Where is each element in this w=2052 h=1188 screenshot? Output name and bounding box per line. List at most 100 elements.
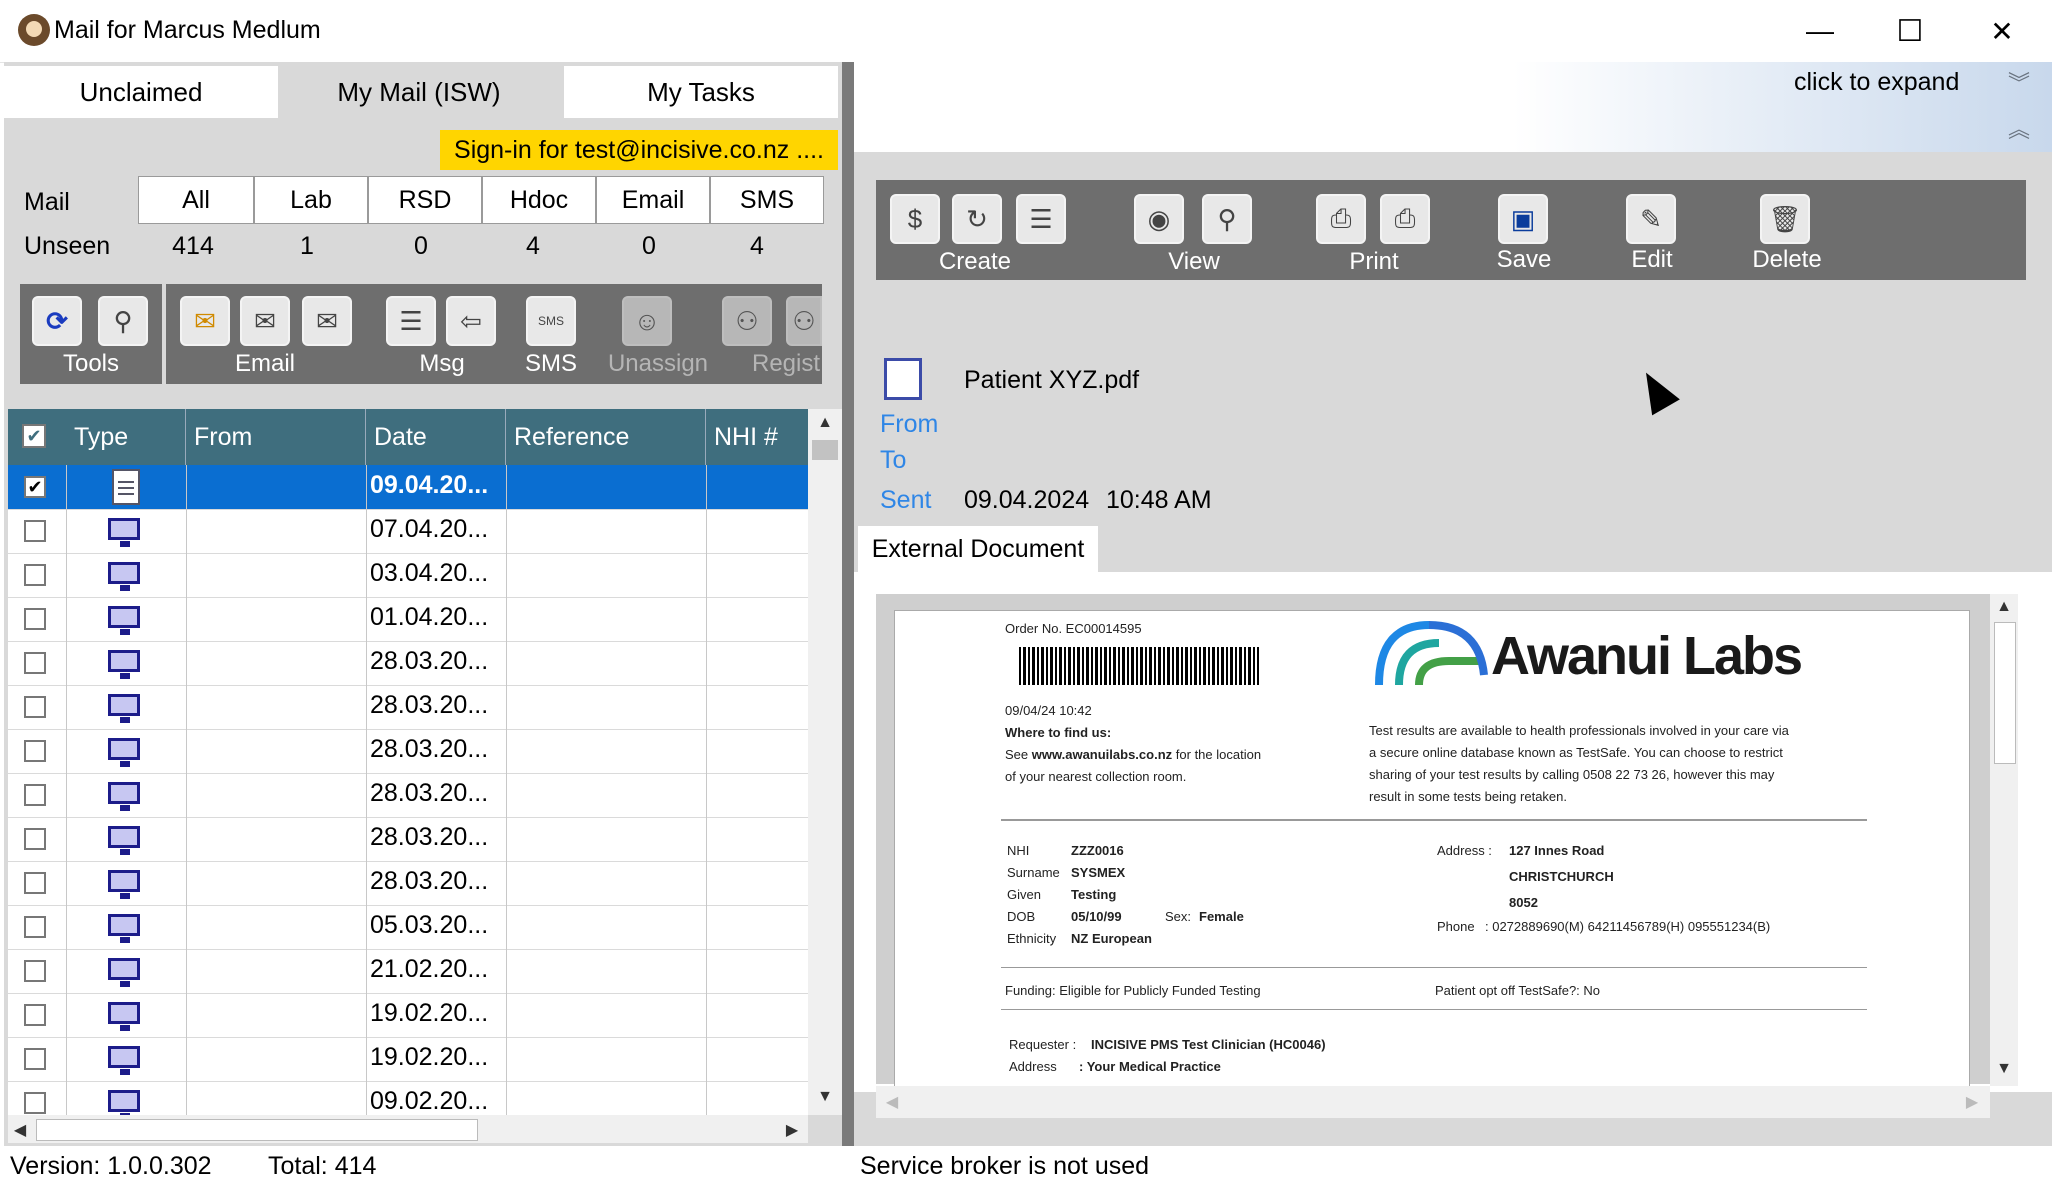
reply-mail-icon[interactable]: ✉ <box>240 296 290 346</box>
print-icon[interactable]: ⎙ <box>1316 194 1366 244</box>
message-reply-icon[interactable]: ⇦ <box>446 296 496 346</box>
click-to-expand[interactable]: click to expand <box>1794 68 1959 97</box>
expand-down-icon[interactable]: ︾ <box>2008 66 2030 98</box>
table-row[interactable]: 09.02.20... <box>8 1081 808 1115</box>
table-row[interactable]: 28.03.20... <box>8 773 808 818</box>
viewer-scroll-right-icon[interactable]: ▶ <box>1962 1092 1982 1112</box>
table-row[interactable]: 28.03.20... <box>8 641 808 686</box>
column-reference[interactable]: Reference <box>506 409 706 465</box>
close-button[interactable]: ✕ <box>1956 0 2048 62</box>
refresh-icon[interactable]: ⟳ <box>32 296 82 346</box>
view-preview-icon[interactable]: ⚲ <box>1202 194 1252 244</box>
create-document-icon[interactable]: ☰ <box>1016 194 1066 244</box>
table-row[interactable]: 28.03.20... <box>8 729 808 774</box>
maximize-button[interactable]: ☐ <box>1864 0 1956 62</box>
viewer-horizontal-scrollbar[interactable] <box>876 1086 1990 1118</box>
row-date: 28.03.20... <box>370 647 489 675</box>
row-checkbox[interactable] <box>24 1092 46 1114</box>
column-divider <box>366 509 367 553</box>
row-checkbox[interactable] <box>24 520 46 542</box>
row-checkbox[interactable] <box>24 784 46 806</box>
table-row[interactable]: 19.02.20... <box>8 993 808 1038</box>
column-date[interactable]: Date <box>366 409 506 465</box>
table-row[interactable]: 28.03.20... <box>8 817 808 862</box>
mail-grid: ✔ 09.04.20... 07.04.20... 03.04.20... 01.04.… <box>8 465 808 1115</box>
print-preview-icon[interactable]: ⎙ <box>1380 194 1430 244</box>
scroll-right-icon[interactable]: ▶ <box>782 1120 802 1140</box>
collapse-up-icon[interactable]: ︽ <box>2008 112 2030 144</box>
filter-lab[interactable]: Lab <box>254 176 368 224</box>
column-divider <box>366 1081 367 1115</box>
create-invoice-icon[interactable]: $ <box>890 194 940 244</box>
row-checkbox[interactable] <box>24 828 46 850</box>
filter-email[interactable]: Email <box>596 176 710 224</box>
row-checkbox[interactable] <box>24 740 46 762</box>
scroll-left-icon[interactable]: ◀ <box>10 1120 30 1140</box>
mail-envelope-icon[interactable]: ✉ <box>180 296 230 346</box>
view-eye-icon[interactable]: ◉ <box>1134 194 1184 244</box>
row-checkbox[interactable] <box>24 564 46 586</box>
viewer-scroll-down-icon[interactable]: ▼ <box>1990 1060 2018 1078</box>
scroll-up-icon[interactable]: ▲ <box>808 414 842 432</box>
minimize-button[interactable]: — <box>1774 0 1866 62</box>
column-divider <box>506 817 507 861</box>
tab-unclaimed[interactable]: Unclaimed <box>4 66 278 118</box>
table-row[interactable]: ✔ 09.04.20... <box>8 465 808 510</box>
row-checkbox[interactable] <box>24 960 46 982</box>
scroll-down-icon[interactable]: ▼ <box>808 1088 842 1106</box>
row-checkbox[interactable] <box>24 652 46 674</box>
table-row[interactable]: 28.03.20... <box>8 861 808 906</box>
create-recall-icon[interactable]: ↻ <box>952 194 1002 244</box>
grid-hscroll-thumb[interactable] <box>36 1119 478 1141</box>
tab-external-document[interactable]: External Document <box>858 526 1098 572</box>
delete-trash-icon[interactable]: 🗑 <box>1760 194 1810 244</box>
sms-icon[interactable]: SMS <box>526 296 576 346</box>
filter-hdoc[interactable]: Hdoc <box>482 176 596 224</box>
filter-sms[interactable]: SMS <box>710 176 824 224</box>
column-type[interactable]: Type <box>66 409 186 465</box>
table-row[interactable]: 05.03.20... <box>8 905 808 950</box>
viewer-scroll-thumb[interactable] <box>1994 622 2016 764</box>
message-list-icon[interactable]: ☰ <box>386 296 436 346</box>
table-row[interactable]: 21.02.20... <box>8 949 808 994</box>
table-row[interactable]: 03.04.20... <box>8 553 808 598</box>
viewer-scroll-left-icon[interactable]: ◀ <box>882 1092 902 1112</box>
panel-splitter[interactable] <box>842 62 854 1146</box>
viewer-scroll-up-icon[interactable]: ▲ <box>1990 598 2018 616</box>
row-checkbox[interactable] <box>24 1048 46 1070</box>
tab-my-mail[interactable]: My Mail (ISW) <box>282 66 556 118</box>
attachment-filename[interactable]: Patient XYZ.pdf <box>964 366 1139 395</box>
row-checkbox[interactable] <box>24 608 46 630</box>
row-checkbox[interactable] <box>24 696 46 718</box>
forward-mail-icon[interactable]: ✉ <box>302 296 352 346</box>
requester-label: Requester : <box>1009 1037 1077 1052</box>
table-row[interactable]: 19.02.20... <box>8 1037 808 1082</box>
filter-rsd[interactable]: RSD <box>368 176 482 224</box>
sign-in-banner[interactable]: Sign-in for test@incisive.co.nz .... <box>440 130 838 170</box>
save-disk-icon[interactable]: ▣ <box>1498 194 1548 244</box>
row-date: 03.04.20... <box>370 559 489 587</box>
unassign-label: Unassign <box>607 350 709 377</box>
column-divider <box>706 949 707 993</box>
row-checkbox[interactable]: ✔ <box>24 476 46 498</box>
row-checkbox[interactable] <box>24 872 46 894</box>
edit-pencil-icon[interactable]: ✎ <box>1626 194 1676 244</box>
column-divider <box>506 861 507 905</box>
where-see: See <box>1005 747 1029 762</box>
grid-vertical-scrollbar[interactable] <box>808 409 842 1115</box>
column-nhi[interactable]: NHI # <box>706 409 808 465</box>
tab-my-tasks[interactable]: My Tasks <box>564 66 838 118</box>
column-divider <box>66 1081 67 1115</box>
column-from[interactable]: From <box>186 409 366 465</box>
notice-line1: Test results are available to health pro… <box>1369 723 1789 738</box>
select-all-checkbox[interactable]: ✔ <box>22 424 46 448</box>
monitor-icon <box>108 782 140 811</box>
row-checkbox[interactable] <box>24 916 46 938</box>
filter-all[interactable]: All <box>138 176 254 224</box>
row-checkbox[interactable] <box>24 1004 46 1026</box>
search-icon[interactable]: ⚲ <box>98 296 148 346</box>
grid-scroll-thumb[interactable] <box>812 440 838 460</box>
table-row[interactable]: 07.04.20... <box>8 509 808 554</box>
table-row[interactable]: 28.03.20... <box>8 685 808 730</box>
table-row[interactable]: 01.04.20... <box>8 597 808 642</box>
